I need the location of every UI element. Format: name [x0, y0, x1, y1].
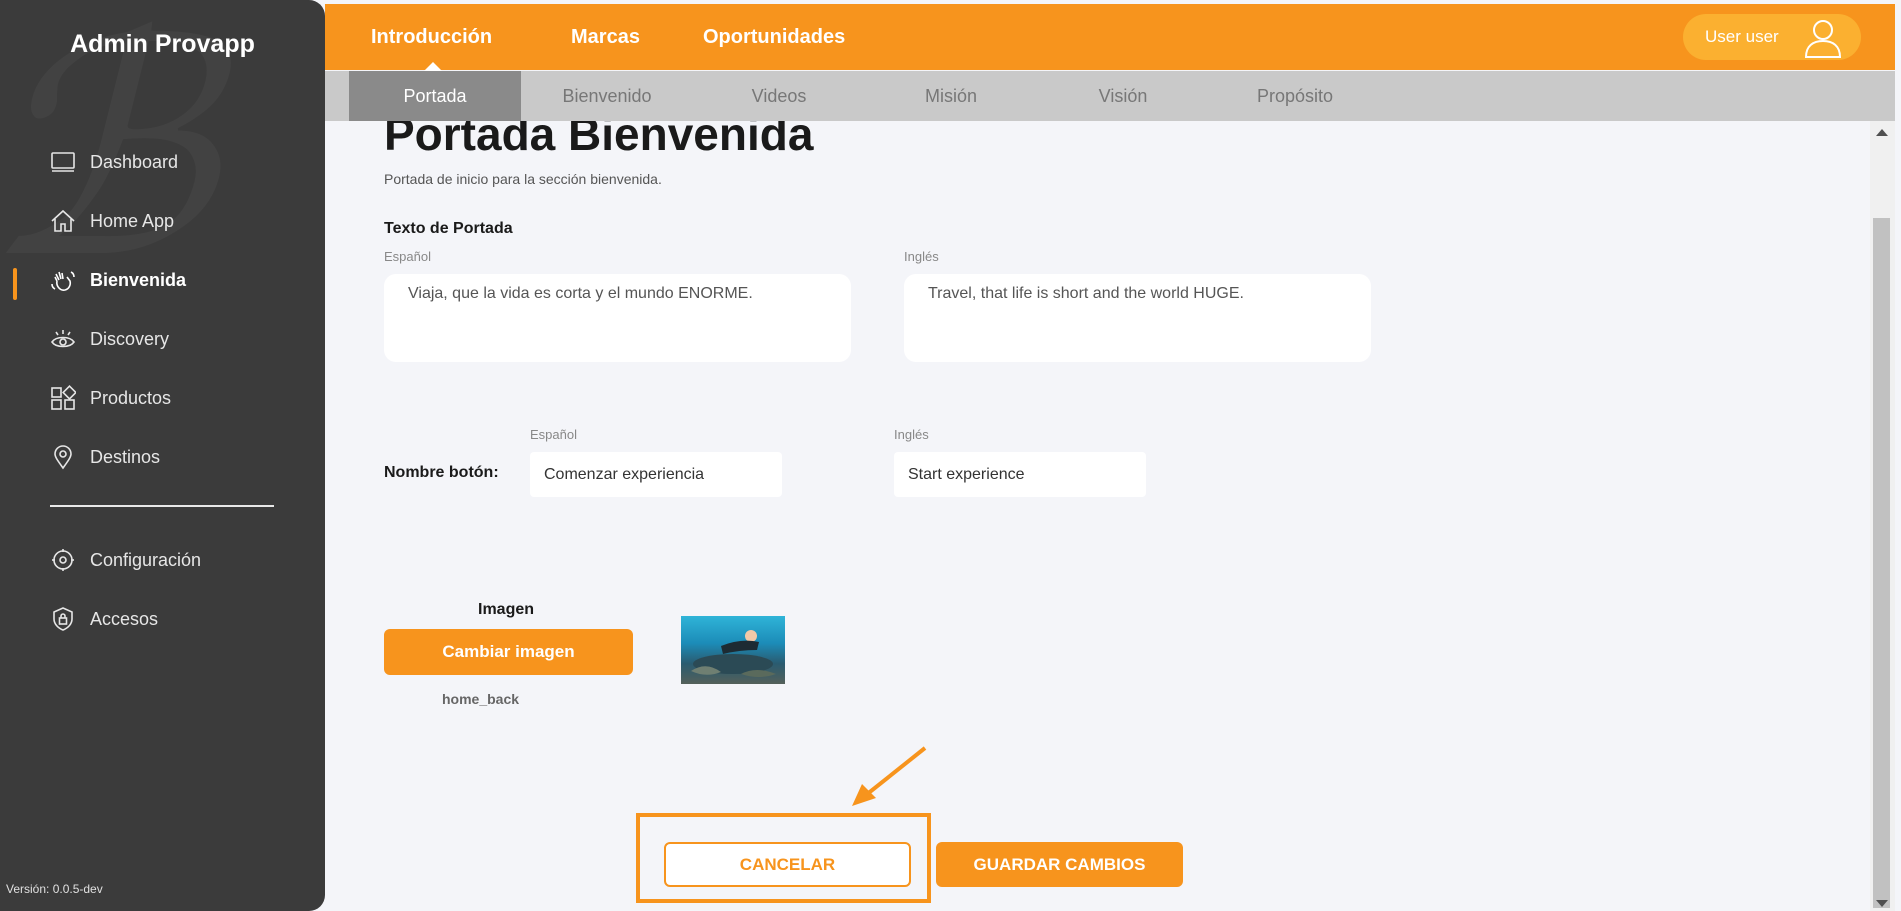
cancel-button[interactable]: CANCELAR — [664, 842, 911, 887]
active-nav-indicator — [13, 268, 17, 300]
monitor-icon — [51, 152, 75, 172]
sidebar-item-bienvenida[interactable]: Bienvenida — [50, 265, 186, 295]
waving-hand-icon — [51, 271, 75, 291]
user-menu-button[interactable]: User user — [1683, 14, 1861, 60]
sidebar-item-destinos[interactable]: Destinos — [50, 442, 160, 472]
scroll-up-icon[interactable] — [1876, 129, 1888, 136]
tab-introduccion[interactable]: Introducción — [371, 26, 492, 49]
image-label: Imagen — [478, 601, 535, 618]
page-title: Portada Bienvenida — [384, 121, 814, 160]
sidebar-item-label: Discovery — [90, 328, 170, 349]
button-name-label: Nombre botón: — [384, 464, 499, 481]
sidebar-item-label: Dashboard — [90, 151, 179, 172]
cover-text-es-label: Español — [384, 249, 431, 264]
tab-marcas[interactable]: Marcas — [571, 26, 640, 49]
cover-text-label: Texto de Portada — [384, 220, 513, 237]
sidebar-item-label: Productos — [90, 387, 172, 408]
sidebar: ℬ Admin Provapp Dashboard Home App Bienv… — [0, 0, 325, 911]
sidebar-item-productos[interactable]: Productos — [50, 383, 171, 413]
sidebar-divider — [50, 505, 274, 507]
home-icon — [51, 209, 75, 232]
button-name-en-input[interactable] — [894, 452, 1146, 497]
sidebar-item-discovery[interactable]: Discovery — [50, 324, 169, 354]
button-name-es-input[interactable] — [530, 452, 782, 497]
main-content: Portada Bienvenida Portada de inicio par… — [325, 121, 1870, 911]
sidebar-item-label: Bienvenida — [90, 269, 187, 290]
sidebar-item-dashboard[interactable]: Dashboard — [50, 147, 178, 177]
subtab-vision[interactable]: Visión — [1037, 71, 1209, 121]
user-avatar-icon — [1804, 20, 1842, 58]
location-pin-icon — [54, 445, 72, 470]
top-navbar: Introducción Marcas Oportunidades User u… — [325, 4, 1895, 72]
subtab-mision[interactable]: Misión — [865, 71, 1037, 121]
save-changes-button[interactable]: GUARDAR CAMBIOS — [936, 842, 1183, 887]
tab-oportunidades[interactable]: Oportunidades — [703, 26, 845, 49]
sub-tabs: Portada Bienvenido Videos Misión Visión … — [325, 71, 1895, 121]
sidebar-item-home-app[interactable]: Home App — [50, 206, 174, 236]
gear-icon — [52, 549, 74, 571]
change-image-button[interactable]: Cambiar imagen — [384, 629, 633, 675]
sidebar-item-label: Home App — [90, 210, 175, 231]
scroll-down-icon[interactable] — [1876, 900, 1888, 907]
subtab-bienvenido[interactable]: Bienvenido — [521, 71, 693, 121]
image-file-name: home_back — [442, 691, 520, 707]
subtab-videos[interactable]: Videos — [693, 71, 865, 121]
sidebar-item-label: Destinos — [90, 446, 161, 467]
sidebar-item-configuracion[interactable]: Configuración — [50, 545, 201, 575]
sidebar-item-label: Configuración — [90, 549, 202, 570]
app-brand: Admin Provapp — [70, 30, 255, 58]
sidebar-item-accesos[interactable]: Accesos — [50, 604, 158, 634]
snorkeler-photo-icon — [691, 630, 776, 677]
cover-text-en-input[interactable] — [904, 274, 1371, 362]
sidebar-item-label: Accesos — [90, 608, 159, 629]
cover-text-en-label: Inglés — [904, 249, 939, 264]
cover-image-thumbnail — [681, 616, 785, 684]
app-version: Versión: 0.0.5-dev — [6, 882, 103, 896]
content-scrollbar[interactable] — [1870, 121, 1895, 911]
user-name: User user — [1705, 27, 1779, 46]
subtab-proposito[interactable]: Propósito — [1209, 71, 1381, 121]
page-subtitle: Portada de inicio para la sección bienve… — [384, 171, 662, 187]
button-name-es-label: Español — [530, 427, 577, 442]
button-name-en-label: Inglés — [894, 427, 929, 442]
grid-icon — [51, 385, 76, 410]
eye-icon — [51, 330, 75, 348]
scrollbar-thumb[interactable] — [1873, 218, 1890, 908]
shield-lock-icon — [53, 607, 73, 631]
subtab-portada[interactable]: Portada — [349, 71, 521, 121]
cover-text-es-input[interactable] — [384, 274, 851, 362]
